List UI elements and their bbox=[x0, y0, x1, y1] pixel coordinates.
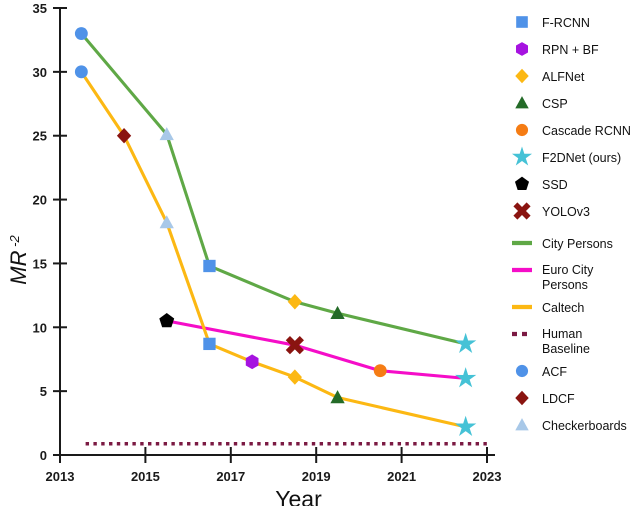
y-tick-label: 35 bbox=[33, 1, 47, 16]
legend-label: SSD bbox=[542, 178, 568, 192]
data-point-pentagon bbox=[159, 313, 175, 328]
x-tick-label: 2013 bbox=[46, 469, 75, 484]
legend-label: City Persons bbox=[542, 237, 613, 251]
legend-label: F2DNet (ours) bbox=[542, 151, 621, 165]
data-point-diamond bbox=[287, 294, 302, 310]
data-point-circle bbox=[515, 123, 529, 137]
legend-item-csp[interactable]: CSP bbox=[515, 96, 568, 111]
x-axis-title: Year bbox=[275, 486, 322, 506]
legend-item-ldcf[interactable]: LDCF bbox=[515, 390, 575, 406]
legend-label: YOLOv3 bbox=[542, 205, 590, 219]
series-caltech bbox=[74, 65, 477, 436]
data-point-circle bbox=[74, 65, 88, 79]
y-tick-label: 20 bbox=[33, 193, 47, 208]
x-tick-label: 2023 bbox=[473, 469, 502, 484]
data-point-square bbox=[516, 16, 528, 28]
legend-item-f2dnet-ours-[interactable]: F2DNet (ours) bbox=[511, 146, 621, 166]
data-point-hexagon bbox=[515, 42, 529, 56]
legend-item-acf[interactable]: ACF bbox=[515, 364, 567, 379]
legend-item-ssd[interactable]: SSD bbox=[514, 176, 568, 192]
data-point-star bbox=[511, 146, 533, 166]
y-tick-label: 15 bbox=[33, 256, 47, 271]
x-tick-label: 2017 bbox=[216, 469, 245, 484]
y-tick-label: 30 bbox=[33, 65, 47, 80]
y-tick-label: 5 bbox=[40, 384, 47, 399]
series-city-persons bbox=[74, 27, 477, 353]
legend-item-yolov3[interactable]: YOLOv3 bbox=[513, 202, 590, 220]
legend-item-f-rcnn[interactable]: F-RCNN bbox=[516, 16, 590, 30]
data-point-diamond bbox=[287, 369, 302, 385]
x-tick-label: 2015 bbox=[131, 469, 160, 484]
chart-container: 0 5 10 15 20 25 30 35 2013 2015 2017 2019 2021 2023 Ye… bbox=[0, 0, 640, 506]
data-point-diamond bbox=[515, 68, 529, 84]
y-tick-label: 0 bbox=[40, 448, 47, 463]
data-point-square bbox=[203, 259, 216, 273]
y-axis-title: MR -2 bbox=[6, 235, 31, 285]
legend-label: ACF bbox=[542, 365, 567, 379]
legend-label: Caltech bbox=[542, 301, 584, 315]
data-point-circle bbox=[515, 364, 529, 378]
legend-item-human-baseline[interactable]: Human Baseline bbox=[512, 327, 590, 356]
axes: 0 5 10 15 20 25 30 35 2013 2015 2017 2019 2021 2023 Ye… bbox=[6, 1, 631, 506]
legend-label: Cascade RCNN bbox=[542, 124, 631, 138]
x-tick-label: 2019 bbox=[302, 469, 331, 484]
legend-item-cascade-rcnn[interactable]: Cascade RCNN bbox=[515, 123, 631, 138]
legend-label: Human Baseline bbox=[542, 327, 590, 356]
y-tick-label: 25 bbox=[33, 129, 47, 144]
data-point-pentagon bbox=[514, 176, 530, 190]
legend-label: LDCF bbox=[542, 392, 575, 406]
legend-label: F-RCNN bbox=[542, 16, 590, 30]
y-tick-label: 10 bbox=[33, 320, 47, 335]
legend-item-alfnet[interactable]: ALFNet bbox=[515, 68, 585, 84]
legend: F-RCNN RPN + BF ALFNet CSP Cascade RCNN F2DNe… bbox=[511, 16, 631, 433]
legend-label: Euro City Persons bbox=[542, 263, 594, 292]
series-euro-city-persons bbox=[159, 313, 477, 388]
legend-item-city-persons[interactable]: City Persons bbox=[512, 237, 613, 251]
data-point-square bbox=[203, 337, 216, 351]
data-point-diamond bbox=[515, 390, 529, 406]
data-point-hexagon bbox=[245, 354, 259, 370]
data-point-circle bbox=[373, 364, 387, 378]
legend-item-euro-city-persons[interactable]: Euro City Persons bbox=[512, 263, 594, 292]
legend-label: CSP bbox=[542, 97, 568, 111]
legend-label: Checkerboards bbox=[542, 419, 627, 433]
data-point-cross bbox=[513, 202, 531, 220]
legend-label: ALFNet bbox=[542, 70, 585, 84]
series-line bbox=[80, 32, 467, 346]
line-chart: 0 5 10 15 20 25 30 35 2013 2015 2017 2019 2021 2023 Ye… bbox=[6, 1, 631, 506]
data-point-triangle bbox=[515, 418, 529, 431]
legend-label: RPN + BF bbox=[542, 43, 599, 57]
data-point-triangle bbox=[159, 215, 174, 229]
legend-item-checkerboards[interactable]: Checkerboards bbox=[515, 418, 627, 433]
legend-item-caltech[interactable]: Caltech bbox=[512, 301, 584, 315]
data-point-circle bbox=[74, 27, 88, 40]
data-point-triangle bbox=[515, 96, 529, 109]
legend-item-rpn-bf[interactable]: RPN + BF bbox=[515, 42, 599, 57]
x-tick-label: 2021 bbox=[387, 469, 416, 484]
